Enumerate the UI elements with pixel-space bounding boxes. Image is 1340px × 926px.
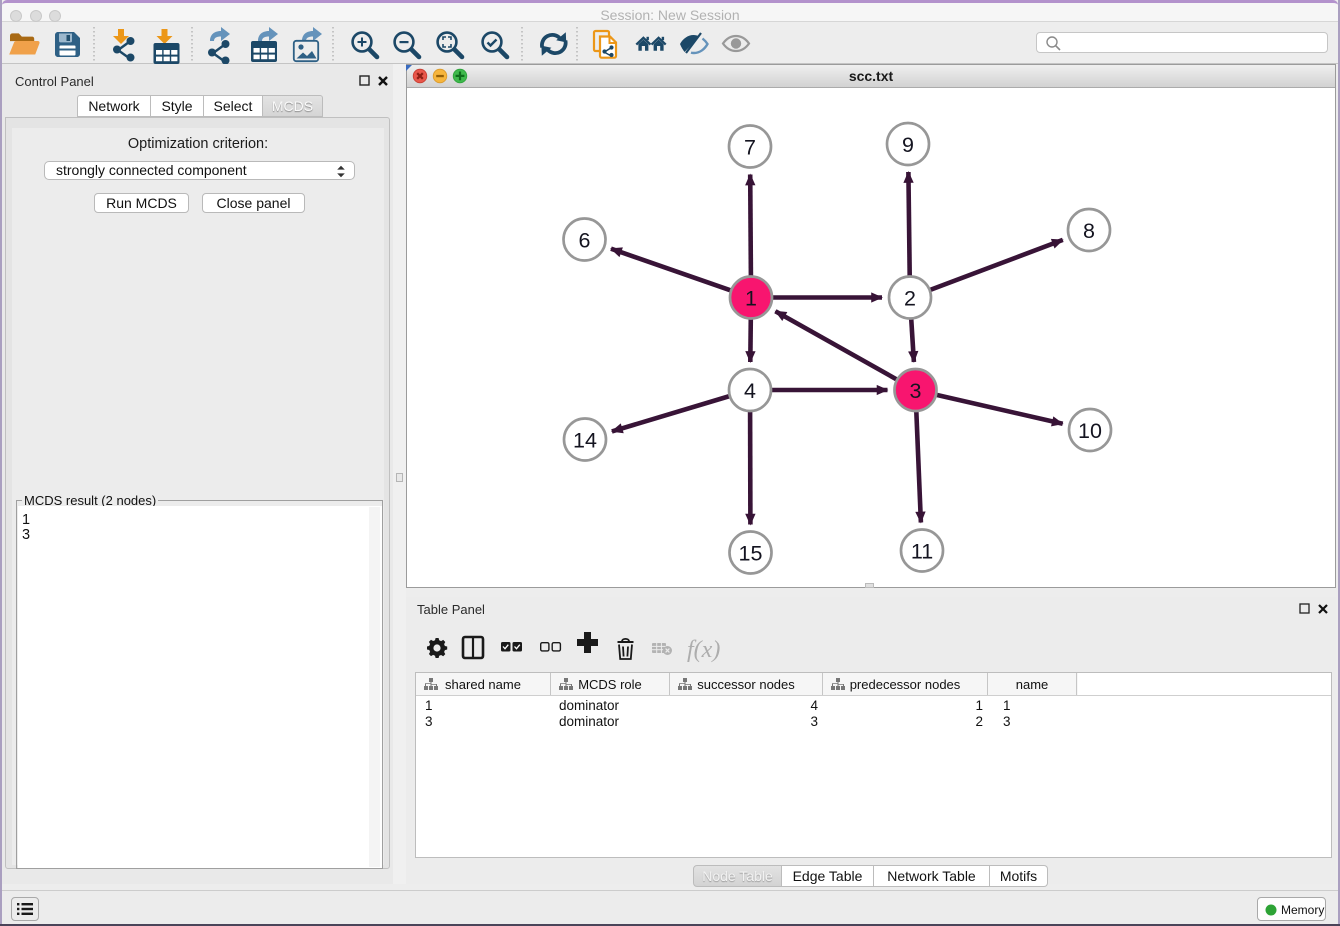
svg-text:14: 14 xyxy=(573,429,597,453)
svg-text:3: 3 xyxy=(910,379,922,403)
svg-text:10: 10 xyxy=(1078,419,1102,443)
svg-text:4: 4 xyxy=(744,379,756,403)
svg-text:11: 11 xyxy=(911,540,933,564)
svg-text:9: 9 xyxy=(902,133,914,157)
svg-text:6: 6 xyxy=(579,229,591,253)
svg-text:f(x): f(x) xyxy=(687,637,720,663)
svg-text:2: 2 xyxy=(904,287,916,311)
svg-text:1: 1 xyxy=(745,287,757,311)
svg-text:7: 7 xyxy=(744,136,756,160)
svg-text:8: 8 xyxy=(1083,219,1095,243)
svg-text:15: 15 xyxy=(739,542,763,566)
